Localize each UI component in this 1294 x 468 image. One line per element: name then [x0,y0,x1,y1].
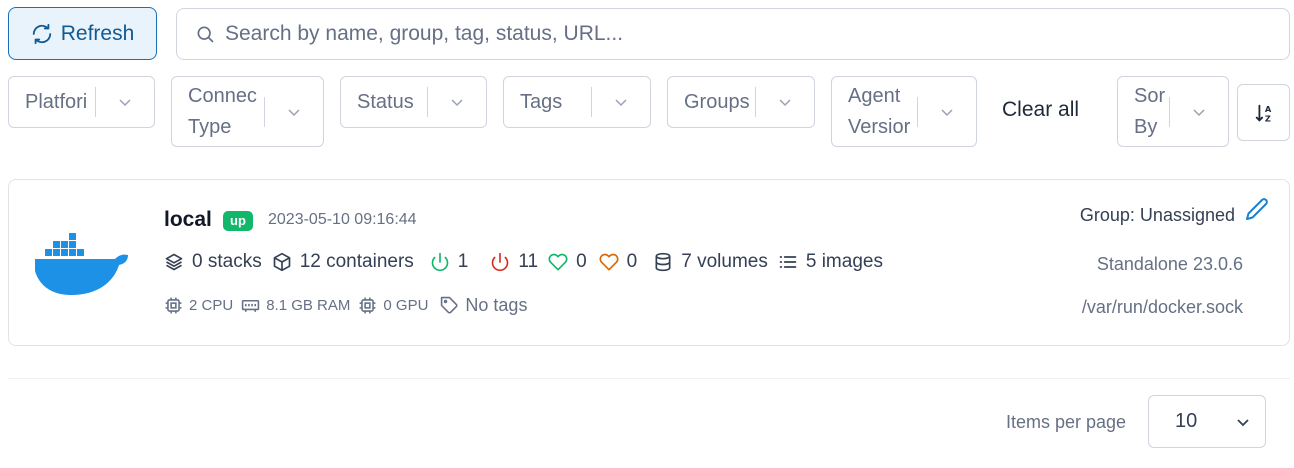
chevron-down-icon [1193,108,1205,116]
sort-by-label-1: Sor [1134,84,1166,107]
containers-count: 12 containers [299,251,414,272]
running-count: 1 [457,251,469,272]
containers-stat: 12 containers [272,251,414,273]
filter-groups-label: Groups [684,90,750,113]
cpu-value: 2 CPU [189,297,234,314]
search-input[interactable] [225,22,1225,46]
filter-connection-type-label-2: Type [188,115,232,138]
tag-icon [441,296,458,314]
svg-text:Z: Z [1264,113,1270,123]
filter-tags-label: Tags [520,90,563,113]
filter-groups[interactable]: Groups [667,76,815,128]
gpu-value: 0 GPU [383,297,429,314]
environment-name: local [164,208,212,231]
filter-status[interactable]: Status [340,76,487,128]
filter-connection-type-label-1: Connec [188,84,257,107]
volumes-count: 7 volumes [681,251,768,272]
divider [8,378,1290,379]
filter-agent-version-label-1: Agent [848,84,901,107]
chevron-down-icon [288,108,300,116]
stats-row: 0 stacks 12 containers 1 11 0 0 7 volume… [164,251,883,273]
stopped-stat: 11 [490,251,538,273]
clear-all-button[interactable]: Clear all [1002,98,1079,122]
cpu-stat: 2 CPU [164,296,233,315]
memory-icon [241,299,260,312]
images-count: 5 images [805,251,883,272]
chevron-down-icon [779,99,791,107]
filter-tags[interactable]: Tags [503,76,651,128]
environment-timestamp: 2023-05-10 09:16:44 [268,211,417,228]
group-label: Group: Unassigned [1079,205,1235,225]
filter-agent-version-label-2: Versior [848,115,911,138]
status-badge: up [223,211,253,231]
sort-ascending-icon: A Z [1255,104,1271,123]
tags-stat: No tags [440,295,527,316]
box-icon [273,252,291,272]
heart-unhealthy-icon [599,253,619,271]
refresh-icon [32,23,51,44]
resources-row: 2 CPU 8.1 GB RAM 0 GPU No tags [164,295,527,316]
database-icon [655,252,671,272]
filter-platform-label: Platfori [25,90,88,113]
engine-version: Standalone 23.0.6 [1096,254,1243,274]
cpu-icon [165,297,182,314]
ram-stat: 8.1 GB RAM [241,296,350,315]
images-stat: 5 images [778,251,883,273]
search-bar[interactable] [176,8,1290,60]
environment-card[interactable]: local up 2023-05-10 09:16:44 0 stacks 12… [8,179,1290,346]
refresh-button[interactable]: Refresh [8,7,157,60]
sort-by-select[interactable]: Sor By [1117,76,1229,147]
filter-agent-version[interactable]: Agent Versior [831,76,977,147]
running-stat: 1 [430,251,469,273]
ram-value: 8.1 GB RAM [266,297,351,314]
healthy-stat: 0 [548,251,587,273]
edit-pencil-icon[interactable] [1245,197,1269,221]
filter-status-label: Status [357,90,414,113]
tags-value: No tags [465,295,528,315]
layers-icon [165,253,183,271]
healthy-count: 0 [576,251,587,272]
power-running-icon [431,252,449,272]
docker-logo-icon [35,233,128,295]
filter-connection-type[interactable]: Connec Type [171,76,324,147]
items-per-page-label: Items per page [1006,412,1127,432]
items-per-page-value: 10 [1175,410,1198,432]
filter-platform[interactable]: Platfori [8,76,155,128]
heart-healthy-icon [548,253,568,271]
refresh-label: Refresh [60,21,135,45]
chevron-down-icon [1237,418,1249,426]
power-stopped-icon [492,252,509,272]
gpu-stat: 0 GPU [358,296,428,315]
chevron-down-icon [451,99,463,107]
search-icon [197,26,214,43]
chevron-down-icon [119,99,131,107]
list-icon [779,256,797,268]
stacks-stat: 0 stacks [164,251,262,273]
unhealthy-stat: 0 [599,251,638,273]
chevron-down-icon [615,99,627,107]
environment-url: /var/run/docker.sock [1081,297,1243,317]
sort-by-label-2: By [1134,115,1158,138]
stopped-count: 11 [518,251,539,272]
items-per-page-select[interactable]: 10 [1148,395,1266,448]
stacks-count: 0 stacks [192,251,262,272]
sort-order-button[interactable]: A Z [1237,84,1290,141]
chevron-down-icon [941,108,953,116]
volumes-stat: 7 volumes [653,251,768,273]
gpu-icon [359,297,376,314]
unhealthy-count: 0 [626,251,638,272]
